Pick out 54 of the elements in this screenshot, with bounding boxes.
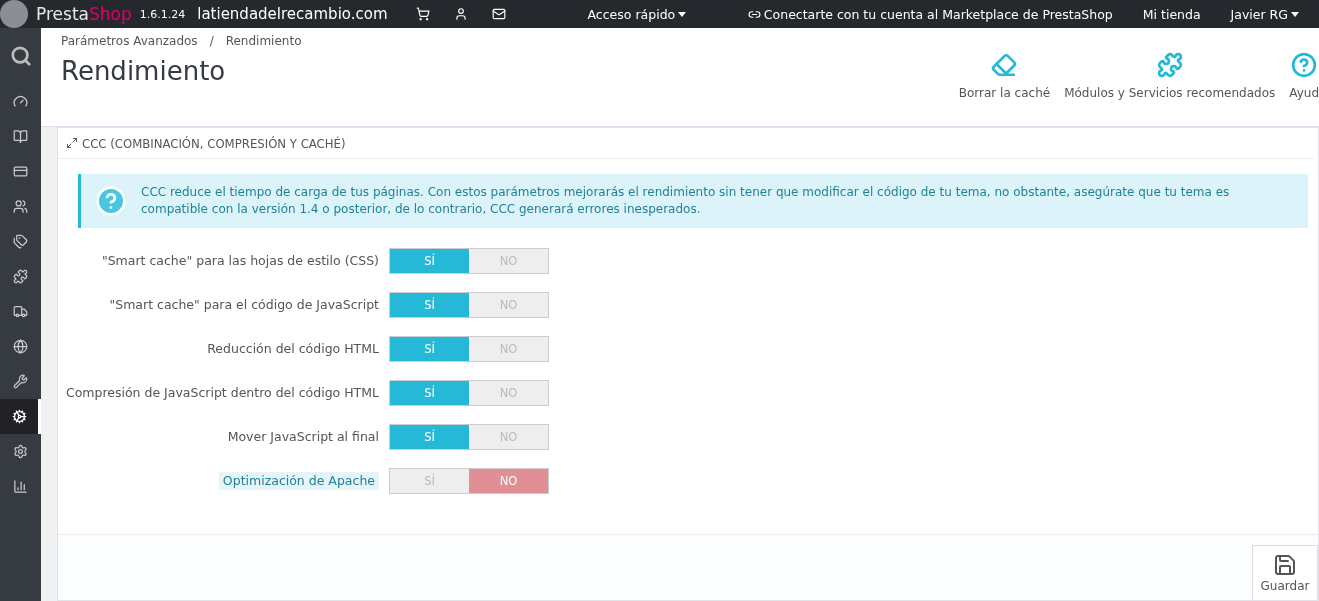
globe-icon — [13, 339, 28, 354]
switch-option[interactable]: SÍ — [390, 381, 469, 405]
wrench-icon — [13, 374, 28, 389]
tags-icon — [13, 234, 28, 249]
book-icon — [13, 129, 28, 144]
gauge-icon — [13, 94, 28, 109]
shop-domain[interactable]: latiendadelrecambio.com — [197, 5, 388, 23]
setting-label: Reducción del código HTML — [207, 340, 379, 358]
toolbar-button[interactable]: Borrar la caché — [958, 52, 1051, 100]
eraser-icon — [991, 52, 1018, 78]
setting-label: "Smart cache" para el código de JavaScript — [109, 296, 379, 314]
marketplace-link[interactable]: Conectarte con tu cuenta al Marketplace de PrestaShop — [763, 6, 1113, 22]
save-icon — [1273, 553, 1297, 577]
alert-text: CCC reduce el tiempo de carga de tus páginas. Con estos parámetros mejorarás el rendimiento sin tener que modificar el código de tu tema, no obstante, asegúrate que tu tema es compatible con la versión 1.4 o posterior, de lo contrario, CCC generará errores inesperados. — [141, 184, 1231, 218]
user-menu[interactable]: Javier RG — [1230, 6, 1299, 22]
breadcrumb-current: Rendimiento — [225, 34, 302, 48]
setting-label: Mover JavaScript al final — [227, 428, 379, 446]
page-title: Rendimiento — [61, 56, 227, 86]
setting-label[interactable]: Optimización de Apache — [218, 472, 379, 490]
sidebar-item[interactable] — [0, 399, 41, 434]
puzzle-icon — [13, 269, 28, 284]
setting-label: "Smart cache" para las hojas de estilo (CSS) — [101, 252, 379, 270]
puzzle-icon — [1156, 52, 1183, 78]
switch-option[interactable]: NO — [469, 469, 548, 493]
settings-icon — [13, 444, 28, 459]
expand-icon — [66, 137, 78, 149]
toolbar-button[interactable]: Módulos y Servicios recomendados — [1064, 52, 1276, 100]
switch-option[interactable]: SÍ — [390, 337, 469, 361]
bar-chart-icon — [13, 479, 28, 494]
help-icon — [1291, 52, 1318, 78]
user-icon[interactable] — [453, 7, 468, 21]
breadcrumb-separator: / — [209, 34, 214, 48]
panel-title: CCC (COMBINACIÓN, COMPRESIÓN Y CACHÉ) — [82, 135, 346, 151]
truck-icon — [13, 304, 28, 319]
credit-card-icon — [13, 164, 28, 179]
switch-option[interactable]: SÍ — [390, 249, 469, 273]
cart-icon[interactable] — [415, 7, 430, 21]
users-icon — [13, 199, 28, 214]
caret-icon — [678, 11, 687, 17]
setting-label: Compresión de JavaScript dentro del código HTML — [65, 384, 379, 402]
breadcrumb-link[interactable]: Parámetros Avanzados — [61, 34, 198, 48]
save-button[interactable]: Guardar — [1252, 545, 1318, 600]
help-icon — [95, 185, 127, 217]
logo-icon — [0, 0, 28, 28]
quick-access-menu[interactable]: Acceso rápido — [587, 6, 687, 22]
version-text: 1.6.1.24 — [139, 7, 186, 21]
switch-option[interactable]: SÍ — [390, 293, 469, 317]
my-shop-link[interactable]: Mi tienda — [1142, 6, 1201, 22]
caret-icon — [1291, 11, 1299, 17]
switch-option[interactable]: SÍ — [390, 425, 469, 449]
mail-icon[interactable] — [491, 7, 506, 21]
brand-logo[interactable]: PrestaShop — [36, 4, 132, 24]
toolbar-button[interactable]: Ayud — [1289, 52, 1319, 100]
cog-icon — [11, 409, 27, 424]
